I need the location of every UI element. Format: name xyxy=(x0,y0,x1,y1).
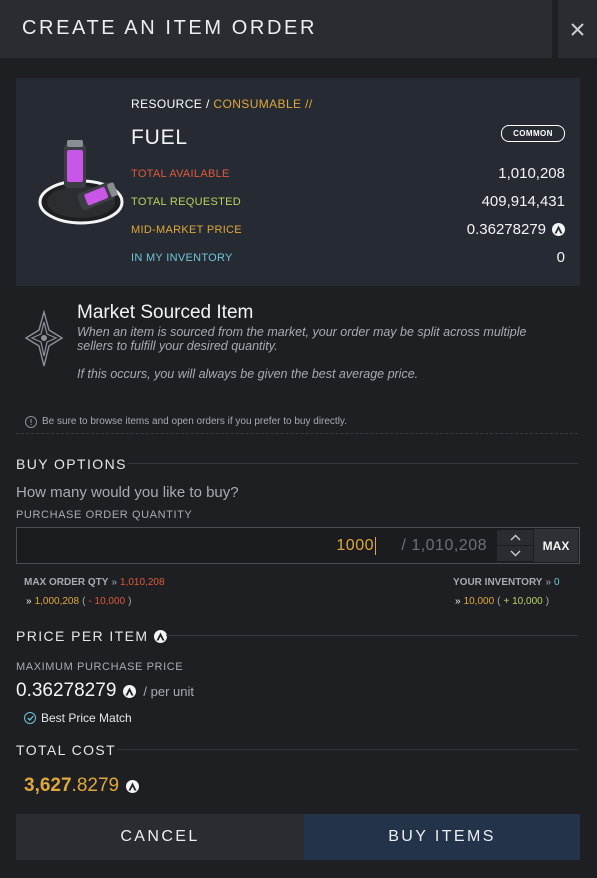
currency-icon xyxy=(123,684,137,698)
double-chevron-icon: » xyxy=(111,577,118,588)
inventory-after-value: 10,000 xyxy=(463,596,495,607)
info-icon: ! xyxy=(25,416,37,428)
currency-icon xyxy=(126,779,140,793)
your-inventory-label: YOUR INVENTORY xyxy=(453,577,543,588)
buy-items-button[interactable]: BUY ITEMS xyxy=(304,814,580,860)
market-emblem-icon xyxy=(24,310,64,367)
best-price-match-toggle[interactable]: Best Price Match xyxy=(24,711,132,725)
browse-tip: ! Be sure to browse items and open order… xyxy=(16,410,578,434)
divider xyxy=(118,749,578,750)
quantity-question: How many would you like to buy? xyxy=(16,484,239,501)
category-type: RESOURCE / xyxy=(131,97,210,111)
close-button[interactable] xyxy=(558,0,597,58)
total-available-number: 1,010,208 xyxy=(498,165,565,182)
inventory-number: 0 xyxy=(556,249,565,266)
total-available-value: 1,010,208 xyxy=(498,165,565,182)
check-circle-icon xyxy=(24,712,36,724)
best-price-match-label: Best Price Match xyxy=(41,711,132,725)
market-title: Market Sourced Item xyxy=(77,302,254,323)
fuel-canister-image xyxy=(38,140,124,225)
mid-market-price-value: 0.36278279 xyxy=(467,221,565,238)
dialog-header: CREATE AN ITEM ORDER xyxy=(0,0,552,58)
max-price-number: 0.36278279 xyxy=(16,680,117,701)
item-name: FUEL xyxy=(131,126,188,149)
price-heading-text: PRICE PER ITEM xyxy=(16,628,149,644)
total-available-label: TOTAL AVAILABLE xyxy=(131,168,230,180)
total-cost-heading: TOTAL COST xyxy=(16,742,117,758)
currency-icon xyxy=(154,629,168,643)
quantity-value: 1000 xyxy=(336,537,374,554)
dialog-title: CREATE AN ITEM ORDER xyxy=(22,17,317,39)
remaining-value: 1,000,208 xyxy=(34,596,80,607)
decrement-button[interactable] xyxy=(497,546,533,561)
mid-market-price-label: MID-MARKET PRICE xyxy=(131,224,242,236)
your-inventory-value: 0 xyxy=(554,577,560,588)
quantity-max: / 1,010,208 xyxy=(401,537,487,554)
buy-options-heading: BUY OPTIONS xyxy=(16,456,127,472)
quantity-label: PURCHASE ORDER QUANTITY xyxy=(16,509,193,521)
double-chevron-icon: » xyxy=(545,577,552,588)
max-button[interactable]: MAX xyxy=(534,529,578,562)
max-price-value[interactable]: 0.36278279 / per unit xyxy=(16,680,194,702)
total-cost-amount: 3,627.8279 xyxy=(24,775,120,796)
price-per-item-heading: PRICE PER ITEM xyxy=(16,628,168,644)
total-requested-number: 409,914,431 xyxy=(481,193,565,210)
double-chevron-icon: » xyxy=(26,596,32,607)
market-note: If this occurs, you will always be given… xyxy=(77,367,419,381)
max-order-qty: MAX ORDER QTY » 1,010,208 xyxy=(24,577,165,588)
per-unit-label: / per unit xyxy=(143,683,194,699)
currency-icon xyxy=(552,223,565,236)
total-requested-label: TOTAL REQUESTED xyxy=(131,196,242,208)
category-subtype: CONSUMABLE // xyxy=(213,97,313,111)
max-order-value: 1,010,208 xyxy=(120,577,165,588)
text-caret xyxy=(375,537,376,555)
item-card: RESOURCE / CONSUMABLE // FUEL COMMON TOT… xyxy=(16,78,580,286)
remaining-available: » 1,000,208 ( - 10,000 ) xyxy=(26,596,132,607)
inventory-label: IN MY INVENTORY xyxy=(131,252,233,264)
max-price-label: MAXIMUM PURCHASE PRICE xyxy=(16,661,184,673)
tip-text: Be sure to browse items and open orders … xyxy=(42,416,347,427)
inventory-after: » 10,000 ( + 10,000 ) xyxy=(455,596,550,607)
item-category: RESOURCE / CONSUMABLE // xyxy=(131,97,313,111)
max-order-label: MAX ORDER QTY xyxy=(24,577,109,588)
market-description: When an item is sourced from the market,… xyxy=(77,325,527,353)
increment-button[interactable] xyxy=(497,530,533,545)
rarity-badge: COMMON xyxy=(501,125,565,142)
cancel-button[interactable]: CANCEL xyxy=(16,814,304,860)
chevron-up-icon xyxy=(510,534,520,541)
divider xyxy=(128,463,578,464)
quantity-input[interactable]: 1000 / 1,010,208 MAX xyxy=(16,527,580,564)
inventory-delta: + 10,000 xyxy=(503,596,543,607)
quantity-stepper[interactable] xyxy=(491,529,533,562)
total-requested-value: 409,914,431 xyxy=(482,193,565,210)
your-inventory: YOUR INVENTORY » 0 xyxy=(453,577,560,588)
divider xyxy=(166,635,578,636)
chevron-down-icon xyxy=(510,550,520,557)
inventory-value: 0 xyxy=(557,249,565,266)
double-chevron-icon: » xyxy=(455,596,461,607)
mid-market-price-number: 0.36278279 xyxy=(466,221,546,238)
total-cost-value: 3,627.8279 xyxy=(24,775,140,797)
close-icon xyxy=(571,22,584,36)
remaining-delta: - 10,000 xyxy=(88,596,126,607)
